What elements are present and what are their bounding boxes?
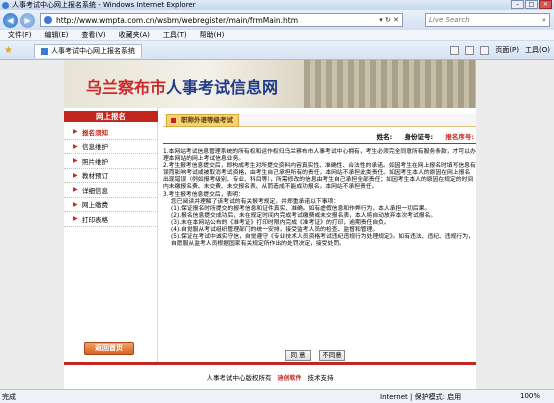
- search-placeholder: Live Search: [429, 16, 470, 24]
- sidebar-item-print[interactable]: ▶ 打印表格: [64, 212, 158, 227]
- search-icon[interactable]: ⌕: [542, 14, 546, 26]
- tab-exam[interactable]: 职称外语等级考试: [166, 114, 239, 127]
- page-icon: [41, 48, 48, 55]
- exam-tab-bar: 职称外语等级考试: [163, 114, 476, 127]
- notice-paragraph: 1.本网站考试信息管理系统的所有权和运作权归乌兰察布市人事考试中心拥有，考生必须…: [163, 149, 476, 163]
- address-toolbar: ◀ ▶ http://www.wmpta.com.cn/wsbm/webregi…: [0, 10, 554, 30]
- address-input[interactable]: http://www.wmpta.com.cn/wsbm/webregister…: [40, 13, 403, 27]
- reg-label: 报名序号:: [445, 133, 474, 141]
- notice-paragraph: 3.考生报考信息提交后，表明：: [163, 191, 244, 198]
- address-url: http://www.wmpta.com.cn/wsbm/webregister…: [56, 15, 299, 25]
- site-banner: 乌兰察布市人事考试信息网: [64, 60, 476, 108]
- window-controls: – □ ✕: [511, 0, 552, 9]
- zoom-level[interactable]: 100%: [520, 392, 540, 400]
- feeds-icon[interactable]: [465, 45, 475, 55]
- sidebar-item-details[interactable]: ▶ 详细信息: [64, 183, 158, 198]
- arrow-icon: ▶: [73, 186, 78, 194]
- notice-text: 1.本网站考试信息管理系统的所有权和运作权归乌兰察布市人事考试中心拥有，考生必须…: [163, 149, 476, 248]
- menu-edit[interactable]: 编辑(E): [45, 30, 69, 40]
- arrow-icon: ▶: [73, 128, 78, 136]
- status-bar: 完成 Internet | 保护模式: 启用 100%: [0, 389, 554, 403]
- maximize-button[interactable]: □: [525, 0, 538, 9]
- return-home-button[interactable]: 返回首页: [84, 342, 134, 355]
- id-label: 身份证号:: [404, 133, 434, 141]
- tools-menu[interactable]: 工具(O): [525, 45, 550, 55]
- home-icon[interactable]: [450, 45, 460, 55]
- site-title: 乌兰察布市人事考试信息网: [86, 74, 278, 98]
- footer-logo: 迪创软件: [277, 374, 302, 382]
- candidate-info: 姓名: 身份证号: 报名序号:: [163, 131, 476, 141]
- favorites-star-icon[interactable]: ★: [4, 45, 13, 56]
- sidebar-header: 网上报名: [64, 111, 158, 122]
- sidebar: 网上报名 ▶ 报名须知 ▶ 信息维护 ▶ 照片维护 ▶ 教材预订 ▶ 详细信息 ▶ 网上缴费…: [64, 108, 158, 389]
- page-frame: 乌兰察布市人事考试信息网 网上报名 ▶ 报名须知 ▶ 信息维护 ▶ 照片维护 ▶ 教材预…: [64, 60, 476, 389]
- page-viewport: 乌兰察布市人事考试信息网 网上报名 ▶ 报名须知 ▶ 信息维护 ▶ 照片维护 ▶ 教材预…: [0, 60, 554, 389]
- close-button[interactable]: ✕: [539, 0, 552, 9]
- arrow-icon: ▶: [73, 142, 78, 150]
- status-text: 完成: [2, 392, 16, 401]
- main-panel: 职称外语等级考试 姓名: 身份证号: 报名序号: 1.本网站考试信息管理系统的所…: [163, 112, 476, 361]
- refresh-icon[interactable]: ▾ ↻ ✕: [379, 16, 399, 24]
- sidebar-list: ▶ 报名须知 ▶ 信息维护 ▶ 照片维护 ▶ 教材预订 ▶ 详细信息 ▶ 网上缴费 ▶ 打印表…: [64, 125, 158, 227]
- search-input[interactable]: Live Search ⌕: [425, 13, 550, 27]
- action-buttons: 同 意 不同意: [285, 350, 345, 361]
- command-bar: 页面(P) 工具(O): [450, 45, 550, 55]
- name-label: 姓名:: [376, 133, 393, 141]
- notice-paragraph: 您已阅读并理解了该考试的有关报考规定，并郑重承诺以下事项：: [171, 198, 340, 205]
- ie-icon: [2, 1, 9, 9]
- browser-tab[interactable]: 人事考试中心网上报名系统: [34, 44, 142, 58]
- notice-paragraph: (5).保证在考试中诚实守信，自觉遵守《专业技术人员资格考试违纪违规行为处理规定…: [171, 234, 474, 248]
- footer-copyright: 人事考试中心版权所有: [206, 374, 272, 382]
- back-button[interactable]: ◀: [3, 12, 18, 28]
- security-zone: Internet | 保护模式: 启用: [380, 393, 462, 401]
- menu-view[interactable]: 查看(V): [81, 30, 105, 40]
- notice-paragraph: 2.考生报考信息提交后，即构成考生对所提交资料内容真实性、准确性、合法性的承诺。…: [163, 163, 476, 191]
- menu-bar: 文件(F) 编辑(E) 查看(V) 收藏夹(A) 工具(T) 帮助(H): [0, 30, 554, 41]
- agree-button[interactable]: 同 意: [285, 350, 311, 361]
- disagree-button[interactable]: 不同意: [319, 350, 345, 361]
- sidebar-item-info[interactable]: ▶ 信息维护: [64, 140, 158, 154]
- menu-file[interactable]: 文件(F): [8, 30, 32, 40]
- footer-support: 技术支持: [307, 374, 334, 382]
- site-title-red: 乌兰察布市: [86, 78, 167, 97]
- notice-paragraph: (3).未在本网站公布的《准考证》打印时限内完成《准考证》的打印，逾期责任自负。: [171, 219, 390, 226]
- arrow-icon: ▶: [73, 200, 78, 208]
- sidebar-item-textbook[interactable]: ▶ 教材预订: [64, 169, 158, 183]
- window-title: 人事考试中心网上报名系统 - Windows Internet Explorer: [12, 1, 196, 9]
- forward-button[interactable]: ▶: [20, 12, 35, 28]
- notice-paragraph: (2).报名信息提交成功后，未在规定时间内完成考试缴费或未交报名表，本人将自动放…: [171, 212, 437, 219]
- arrow-icon: ▶: [73, 157, 78, 165]
- arrow-icon: ▶: [73, 171, 78, 179]
- sidebar-item-payment[interactable]: ▶ 网上缴费: [64, 198, 158, 212]
- minimize-button[interactable]: –: [511, 0, 524, 9]
- page-icon: [44, 16, 52, 24]
- menu-help[interactable]: 帮助(H): [200, 30, 225, 40]
- site-title-blue: 人事考试信息网: [166, 78, 279, 97]
- sidebar-item-photo[interactable]: ▶ 照片维护: [64, 154, 158, 169]
- print-icon[interactable]: [480, 45, 490, 55]
- banner-photo: [304, 60, 476, 108]
- page-footer: 人事考试中心版权所有 迪创软件 技术支持: [64, 362, 476, 389]
- sidebar-item-notice[interactable]: ▶ 报名须知: [64, 125, 158, 140]
- window-titlebar: 人事考试中心网上报名系统 - Windows Internet Explorer…: [0, 0, 554, 10]
- tab-bar: ★ 人事考试中心网上报名系统 页面(P) 工具(O): [0, 41, 554, 60]
- menu-tools[interactable]: 工具(T): [163, 30, 187, 40]
- arrow-icon: ▶: [73, 215, 78, 223]
- menu-favorites[interactable]: 收藏夹(A): [119, 30, 150, 40]
- tab-label: 人事考试中心网上报名系统: [51, 47, 135, 55]
- page-menu[interactable]: 页面(P): [495, 45, 519, 55]
- divider: [163, 143, 476, 144]
- notice-paragraph: (1).保证报名时所提交的报考信息和证件真实、准确。如有虚假信息和作弊行为，本人…: [171, 205, 431, 212]
